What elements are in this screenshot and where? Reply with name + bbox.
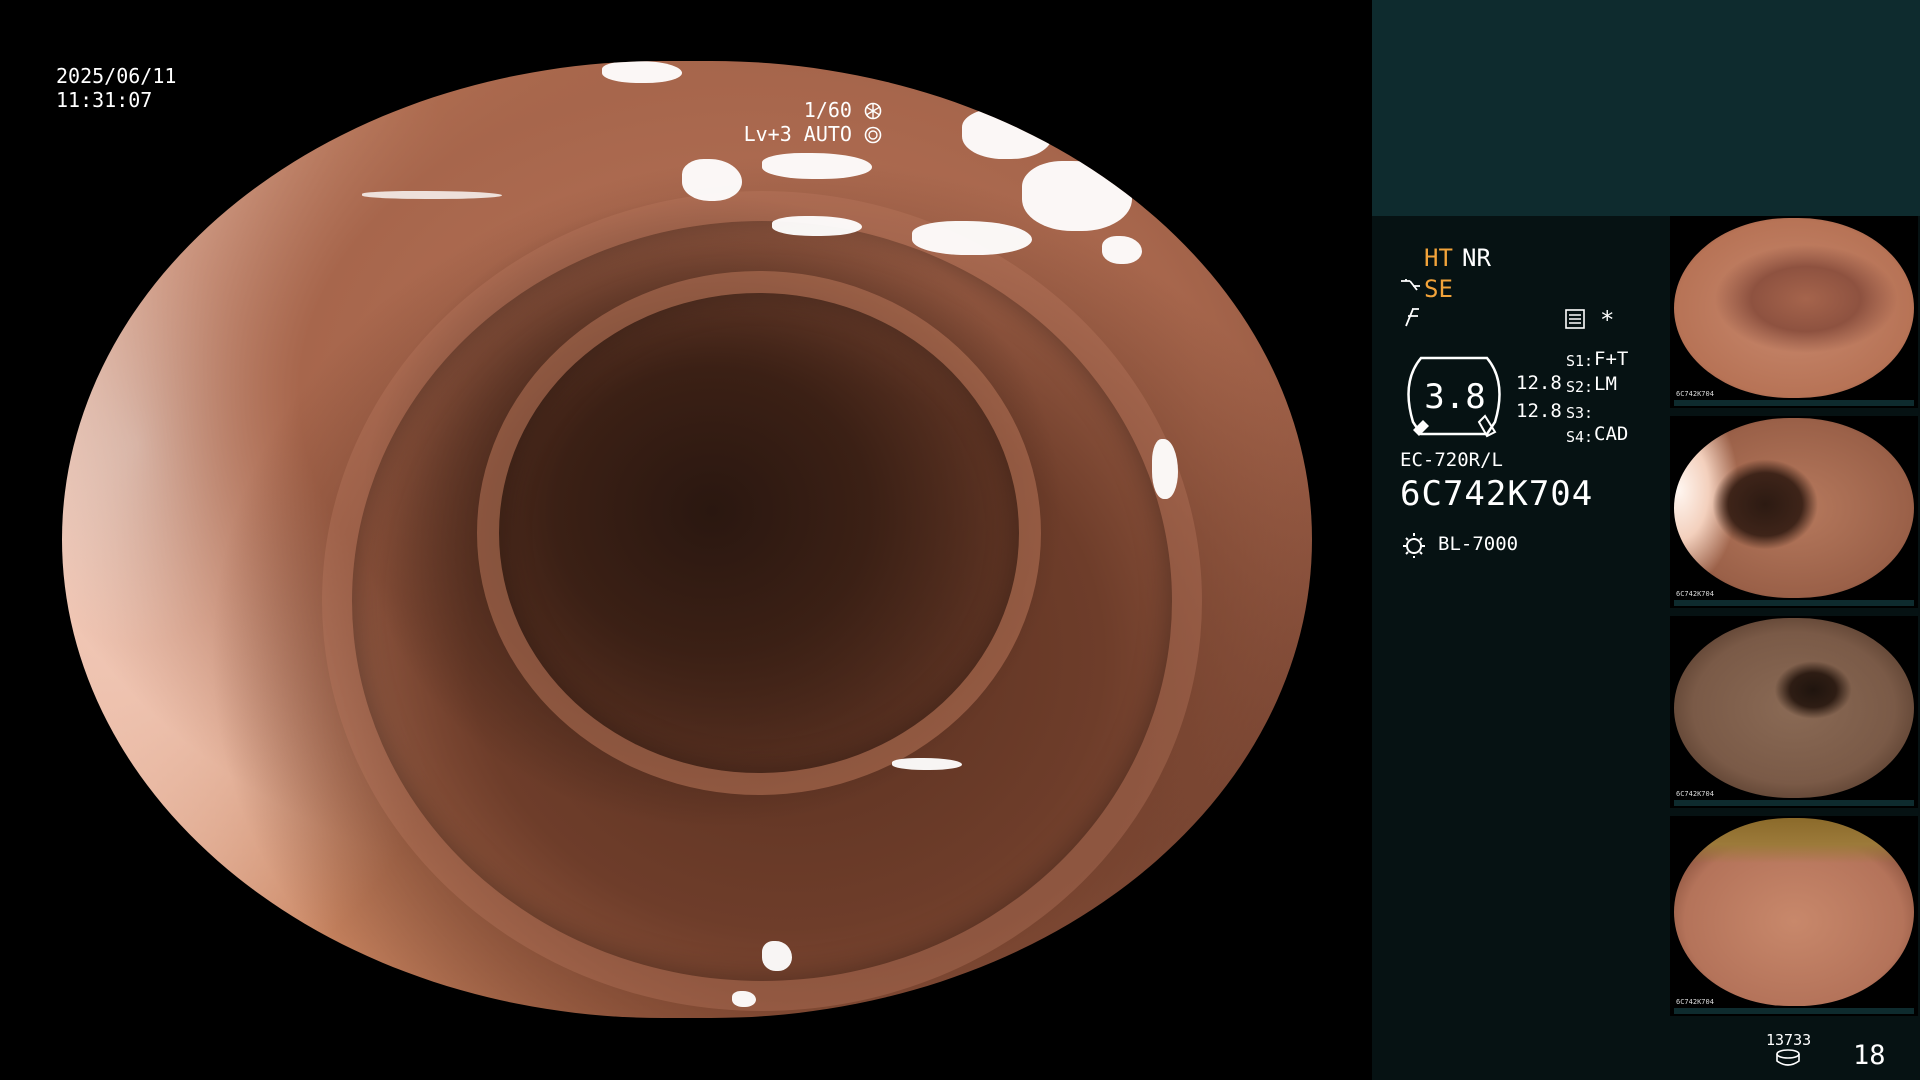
structure-enhance-icon: [1401, 279, 1420, 291]
thumbnail-serial: 6C742K704: [1676, 590, 1714, 598]
iris-icon: [864, 126, 882, 144]
thumbnail-serial: 6C742K704: [1676, 390, 1714, 398]
glare: [602, 61, 682, 83]
endoscope-image: [62, 61, 1312, 1018]
capture-thumbnail[interactable]: 6C742K704: [1670, 816, 1918, 1016]
glare: [762, 941, 792, 971]
se-indicator: SE: [1424, 275, 1453, 303]
glare: [762, 153, 872, 179]
capture-thumbnail[interactable]: 6C742K704: [1670, 616, 1918, 808]
light-source-icon: [1403, 533, 1425, 558]
nr-indicator: NR: [1462, 244, 1491, 272]
glare: [732, 991, 756, 1007]
frame-count: 13733: [1766, 1031, 1812, 1049]
exposure-block: 1/60 Lv+3 AUTO: [744, 98, 882, 146]
level-mode-text: Lv+3 AUTO: [743, 122, 852, 146]
page-number: 18: [1853, 1040, 1886, 1071]
scope-model: EC-720R/L: [1400, 449, 1503, 471]
slot-1-label: S1:: [1566, 352, 1594, 370]
date-text: 2025/06/11: [56, 64, 177, 88]
slot-3-label: S3:: [1566, 404, 1594, 422]
thumbnail-image: [1674, 218, 1914, 398]
glare: [962, 109, 1052, 159]
slot-2-label: S2:: [1566, 378, 1594, 396]
aperture-icon: [864, 102, 882, 120]
star-indicator: *: [1600, 306, 1615, 334]
glare: [362, 191, 502, 199]
thumbnail-image: [1674, 618, 1914, 798]
endoscope-main-view: 2025/06/11 11:31:07 1/60 Lv+3 AUTO: [0, 0, 1372, 1080]
slot-4-value: CAD: [1594, 423, 1629, 445]
datetime-block: 2025/06/11 11:31:07: [56, 64, 176, 112]
gauge-value: 3.8: [1424, 377, 1486, 417]
thumbnail-bar: [1674, 1008, 1914, 1014]
mucosa-fold-outer: [322, 191, 1202, 1011]
slot-1-value: F+T: [1594, 348, 1629, 370]
slot-4-label: S4:: [1566, 428, 1594, 446]
glare: [1102, 236, 1142, 264]
glare: [1152, 439, 1178, 499]
ht-indicator: HT: [1424, 244, 1453, 272]
gauge-value-a: 12.8: [1516, 372, 1562, 394]
thumbnail-bar: [1674, 800, 1914, 806]
thumbnail-image: [1674, 418, 1914, 598]
top-panel-area: [1372, 0, 1920, 216]
glare: [892, 758, 962, 770]
time-text: 11:31:07: [56, 88, 153, 112]
glare: [682, 159, 742, 201]
thumbnail-bar: [1674, 600, 1914, 606]
freeze-icon: [1405, 308, 1419, 327]
capture-thumbnail[interactable]: 6C742K704: [1670, 216, 1918, 408]
level-row: Lv+3 AUTO: [744, 122, 882, 146]
scope-serial: 6C742K704: [1400, 474, 1594, 514]
thumbnail-serial: 6C742K704: [1676, 790, 1714, 798]
thumbnail-bar: [1674, 400, 1914, 406]
glare: [1022, 161, 1132, 231]
thumbnail-serial: 6C742K704: [1676, 998, 1714, 1006]
menu-icon: [1565, 309, 1585, 329]
shutter-row: 1/60: [744, 98, 882, 122]
light-source-model: BL-7000: [1438, 533, 1519, 555]
glare: [772, 216, 862, 236]
storage-icon: [1776, 1049, 1800, 1066]
shutter-text: 1/60: [803, 98, 852, 122]
slot-2-value: LM: [1594, 373, 1617, 395]
glare: [912, 221, 1032, 255]
capture-thumbnail[interactable]: 6C742K704: [1670, 416, 1918, 608]
gauge-value-b: 12.8: [1516, 400, 1562, 422]
thumbnail-image: [1674, 818, 1914, 1006]
